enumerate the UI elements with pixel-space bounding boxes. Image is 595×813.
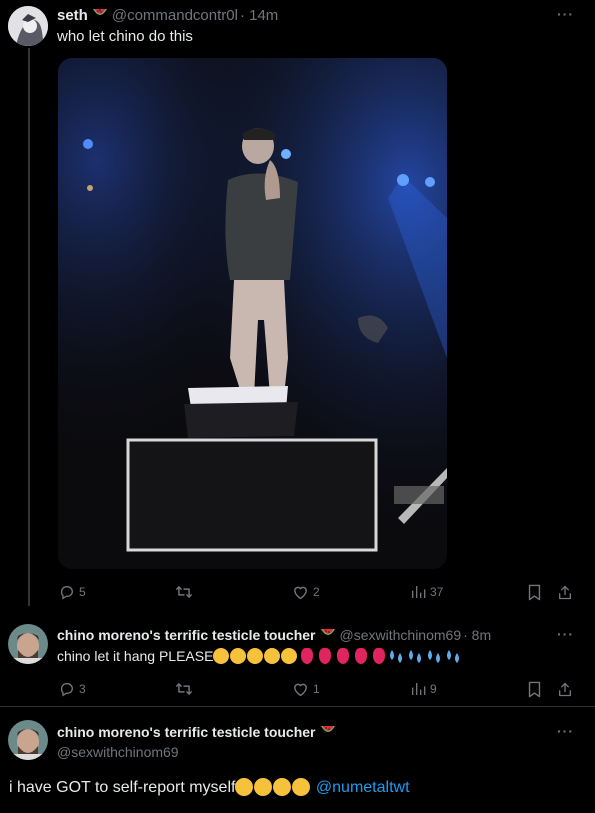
- bookmark-icon: [527, 584, 542, 601]
- avatar[interactable]: [8, 6, 48, 46]
- views-icon: [410, 681, 426, 697]
- timestamp[interactable]: · 8m: [463, 627, 491, 643]
- crying-face-icon: [292, 778, 311, 796]
- more-icon[interactable]: ···: [557, 6, 574, 22]
- author-handle[interactable]: @commandcontr0l: [112, 7, 238, 24]
- more-icon[interactable]: ···: [557, 626, 574, 642]
- retweet-button[interactable]: [175, 681, 193, 697]
- tweet-text-row: chino let it hang PLEASE: [57, 648, 464, 664]
- views-icon: [410, 584, 426, 600]
- views-button[interactable]: 37: [410, 584, 443, 600]
- watermelon-icon: [320, 626, 336, 644]
- retweet-button[interactable]: [175, 584, 193, 600]
- sweat-droplets-icon: [407, 648, 425, 664]
- timestamp[interactable]: · 14m: [240, 7, 278, 24]
- tweet-text: i have GOT to self-report myself: [9, 779, 236, 796]
- reply-count: 3: [79, 682, 86, 696]
- sweat-droplets-icon: [426, 648, 444, 664]
- relieved-face-icon: [264, 648, 281, 664]
- like-button[interactable]: 1: [292, 681, 320, 697]
- like-icon: [292, 584, 309, 600]
- reply-count: 5: [79, 585, 86, 599]
- relieved-face-icon: [230, 648, 247, 664]
- share-button[interactable]: [557, 681, 573, 698]
- author-name[interactable]: seth: [57, 7, 88, 24]
- author-name[interactable]: chino moreno's terrific testicle toucher: [57, 724, 316, 740]
- reply-button[interactable]: 5: [59, 584, 86, 600]
- crying-face-icon: [254, 778, 273, 796]
- author-name[interactable]: chino moreno's terrific testicle toucher: [57, 627, 316, 643]
- avatar[interactable]: [8, 624, 48, 664]
- tongue-icon: [319, 648, 332, 664]
- share-icon: [557, 584, 573, 601]
- retweet-icon: [175, 584, 193, 600]
- sweat-droplets-icon: [445, 648, 463, 664]
- sweat-droplets-icon: [388, 648, 406, 664]
- views-button[interactable]: 9: [410, 681, 437, 697]
- relieved-face-icon: [213, 648, 230, 664]
- mention-link[interactable]: @numetaltwt: [316, 779, 410, 796]
- tongue-icon: [337, 648, 350, 664]
- reply-icon: [59, 681, 75, 697]
- author-handle[interactable]: @sexwithchinom69: [57, 744, 179, 760]
- tweet-text: chino let it hang PLEASE: [57, 648, 214, 664]
- tweet-text: who let chino do this: [57, 28, 193, 45]
- bookmark-icon: [527, 681, 542, 698]
- like-count: 2: [313, 585, 320, 599]
- crying-face-icon: [273, 778, 292, 796]
- divider: [0, 706, 595, 707]
- bookmark-button[interactable]: [527, 584, 542, 601]
- bookmark-button[interactable]: [527, 681, 542, 698]
- views-count: 9: [430, 682, 437, 696]
- tweet-photo[interactable]: [58, 58, 447, 569]
- crying-face-icon: [235, 778, 254, 796]
- relieved-face-icon: [281, 648, 298, 664]
- share-button[interactable]: [557, 584, 573, 601]
- reply-icon: [59, 584, 75, 600]
- watermelon-icon: [92, 6, 108, 24]
- retweet-icon: [175, 681, 193, 697]
- views-count: 37: [430, 585, 444, 599]
- author-handle[interactable]: @sexwithchinom69: [340, 627, 462, 643]
- relieved-face-icon: [247, 648, 264, 664]
- like-button[interactable]: 2: [292, 584, 320, 600]
- avatar[interactable]: [8, 720, 48, 760]
- like-count: 1: [313, 682, 320, 696]
- like-icon: [292, 681, 309, 697]
- tongue-icon: [355, 648, 368, 664]
- more-icon[interactable]: ···: [557, 723, 574, 739]
- thread-line: [28, 48, 30, 606]
- tongue-icon: [301, 648, 314, 664]
- watermelon-icon: [320, 723, 336, 741]
- tongue-icon: [373, 648, 386, 664]
- reply-button[interactable]: 3: [59, 681, 86, 697]
- share-icon: [557, 681, 573, 698]
- tweet-text-row: i have GOT to self-report myself @numeta…: [9, 778, 410, 797]
